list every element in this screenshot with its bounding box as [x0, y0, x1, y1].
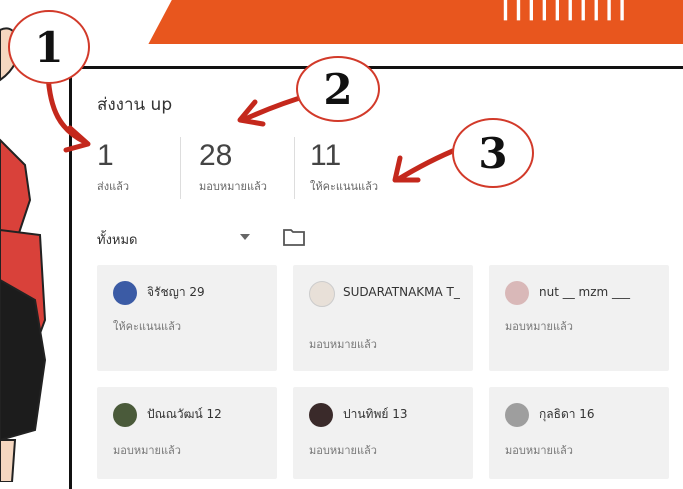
callout-3: 3 [452, 118, 534, 188]
callout-arrow-1 [45, 72, 91, 153]
status-text: ให้คะแนนแล้ว [113, 320, 182, 333]
stat-submitted[interactable]: 1 ส่งแล้ว [97, 139, 129, 195]
stat-label: มอบหมายแล้ว [199, 180, 267, 193]
callout-2: 2 [296, 56, 380, 122]
avatar [505, 281, 529, 305]
stat-value: 28 [199, 139, 233, 172]
student-card[interactable]: จิรัชญา 29 ให้คะแนนแล้ว [97, 265, 277, 371]
stat-assigned[interactable]: 28 มอบหมายแล้ว [199, 139, 267, 195]
stat-value: 11 [310, 139, 342, 172]
avatar [309, 403, 333, 427]
status-text: มอบหมายแล้ว [113, 444, 181, 457]
student-card[interactable]: nut __ mzm ___ มอบหมายแล้ว [489, 265, 669, 371]
student-name: nut __ mzm ___ [539, 285, 631, 299]
divider [180, 137, 181, 199]
student-name: จิรัชญา 29 [147, 285, 205, 299]
student-card[interactable]: กุลธิดา 16 มอบหมายแล้ว [489, 387, 669, 479]
student-name: ปานทิพย์ 13 [343, 407, 408, 421]
avatar [113, 281, 137, 305]
stat-graded[interactable]: 11 ให้คะแนนแล้ว [310, 139, 378, 195]
student-card[interactable]: SUDARATNAKMA T_ มอบหมายแล้ว [293, 265, 473, 371]
status-text: มอบหมายแล้ว [309, 444, 377, 457]
student-name: กุลธิดา 16 [539, 407, 595, 421]
filter-select[interactable]: ทั้งหมด [97, 229, 138, 250]
divider [294, 137, 295, 199]
callout-1: 1 [8, 10, 90, 84]
status-text: มอบหมายแล้ว [309, 338, 377, 351]
status-text: มอบหมายแล้ว [505, 444, 573, 457]
banner-lettering: |||||||||| [500, 0, 630, 21]
stat-label: ให้คะแนนแล้ว [310, 180, 379, 193]
avatar [309, 281, 335, 307]
avatar [505, 403, 529, 427]
stat-label: ส่งแล้ว [97, 180, 130, 193]
student-card[interactable]: ปานทิพย์ 13 มอบหมายแล้ว [293, 387, 473, 479]
folder-icon[interactable] [282, 227, 306, 247]
student-name: ปัณณวัฒน์ 12 [147, 407, 222, 421]
student-name: SUDARATNAKMA T_ [343, 285, 460, 299]
page-title: ส่งงาน up [97, 95, 173, 115]
assignment-panel: ส่งงาน up 1 ส่งแล้ว 28 มอบหมายแล้ว 11 ให… [69, 66, 683, 489]
status-text: มอบหมายแล้ว [505, 320, 573, 333]
chevron-down-icon[interactable] [240, 234, 250, 240]
stat-value: 1 [97, 139, 114, 172]
avatar [113, 403, 137, 427]
student-card[interactable]: ปัณณวัฒน์ 12 มอบหมายแล้ว [97, 387, 277, 479]
